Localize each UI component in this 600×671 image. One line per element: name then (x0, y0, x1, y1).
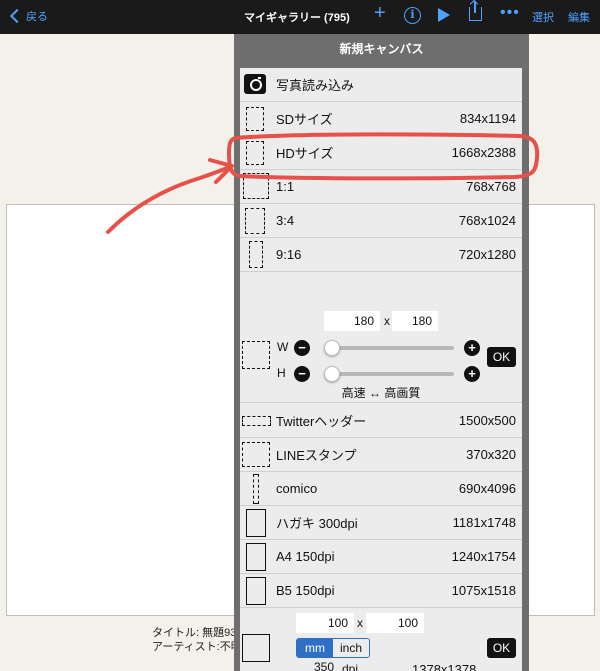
preset-size: 1075x1518 (451, 583, 516, 598)
strip-canvas-icon (253, 474, 259, 504)
preset-size: 768x768 (466, 179, 516, 194)
custom-canvas-icon (242, 341, 270, 369)
print-ok-button[interactable]: OK (487, 638, 516, 658)
print-size-panel: 100 x 100 mm inch 350 dpi 1378x1378 OK (240, 610, 522, 671)
height-slider[interactable] (324, 366, 454, 382)
custom-height-input[interactable]: 180 (392, 311, 438, 331)
preset-label: B5 150dpi (276, 583, 335, 598)
preset-label: 9:16 (276, 247, 302, 262)
preset-row-line[interactable]: LINEスタンプ 370x320 (240, 438, 522, 472)
preset-label: Twitterヘッダー (276, 414, 367, 429)
preset-row-comico[interactable]: comico 690x4096 (240, 472, 522, 506)
top-navigation-bar: 戻る マイギャラリー (795) + i ••• 選択 編集 (0, 0, 600, 34)
preset-label: LINEスタンプ (276, 448, 357, 463)
chevron-left-icon (9, 8, 25, 24)
preset-label: 3:4 (276, 213, 295, 228)
unit-mm-option[interactable]: mm (297, 639, 333, 657)
preset-label: 1:1 (276, 179, 295, 194)
play-icon[interactable] (438, 8, 450, 22)
arrow-head (208, 158, 234, 184)
height-plus-button[interactable]: + (464, 366, 480, 382)
custom-width-input[interactable]: 180 (324, 311, 380, 331)
custom-size-panel: 180 x 180 W − + H − + OK 高速 ↔ 高画質 (240, 309, 522, 403)
preset-row-3-4[interactable]: 3:4 768x1024 (240, 204, 522, 238)
portrait-canvas-icon (246, 107, 264, 131)
width-slider-thumb[interactable] (324, 340, 340, 356)
canvas-size-list: 写真読み込み SDサイズ 834x1194 HDサイズ 1668x2388 1:… (240, 68, 522, 671)
gallery-title: マイギャラリー (795) (244, 12, 350, 24)
paper-canvas-icon (246, 509, 266, 537)
popover-title: 新規キャンバス (339, 42, 424, 56)
print-size-separator: x (357, 616, 363, 630)
dpi-input[interactable]: 350 (296, 661, 340, 671)
select-button[interactable]: 選択 (532, 9, 554, 25)
preset-label: comico (276, 481, 318, 496)
preset-row-b5[interactable]: B5 150dpi 1075x1518 (240, 574, 522, 608)
width-plus-button[interactable]: + (464, 340, 480, 356)
photo-import-row[interactable]: 写真読み込み (240, 68, 522, 102)
preset-row-hd[interactable]: HDサイズ 1668x2388 (240, 136, 522, 170)
portrait-canvas-icon (246, 141, 264, 165)
preset-size: 690x4096 (458, 481, 516, 496)
preset-size: 370x320 (466, 447, 516, 462)
share-icon[interactable] (469, 1, 482, 21)
print-result-size: 1378x1378 (412, 662, 477, 671)
preset-row-twitter[interactable]: Twitterヘッダー 1500x500 (240, 404, 522, 438)
preset-row-square[interactable]: 1:1 768x768 (240, 170, 522, 204)
portrait-canvas-icon (245, 208, 265, 234)
info-icon[interactable]: i (404, 7, 421, 24)
print-height-input[interactable]: 100 (366, 613, 424, 633)
preset-row-postcard[interactable]: ハガキ 300dpi 1181x1748 (240, 506, 522, 540)
preset-size: 834x1194 (459, 111, 516, 126)
back-label: 戻る (26, 11, 48, 23)
more-icon[interactable]: ••• (500, 3, 520, 23)
preset-label: ハガキ 300dpi (276, 516, 358, 531)
preset-size: 720x1280 (458, 247, 516, 262)
dpi-label: dpi (342, 662, 359, 671)
unit-segmented-control[interactable]: mm inch (296, 638, 370, 658)
stamp-canvas-icon (242, 442, 270, 467)
tall-canvas-icon (249, 241, 263, 268)
width-label: W (277, 340, 289, 354)
quality-label: 高速 ↔ 高画質 (341, 386, 421, 400)
preset-row-a4[interactable]: A4 150dpi 1240x1754 (240, 540, 522, 574)
width-minus-button[interactable]: − (294, 340, 310, 356)
back-button[interactable]: 戻る (8, 8, 48, 24)
preset-size: 1181x1748 (452, 515, 516, 530)
edit-button[interactable]: 編集 (568, 9, 590, 25)
square-canvas-icon (243, 173, 269, 199)
height-label: H (277, 366, 286, 380)
preset-size: 768x1024 (458, 213, 516, 228)
paper-canvas-icon (246, 543, 266, 571)
new-canvas-popover: 新規キャンバス 写真読み込み SDサイズ 834x1194 HDサイズ 1668… (234, 34, 529, 671)
artwork-artist: アーティスト:不明 (152, 641, 242, 653)
add-icon[interactable]: + (374, 3, 386, 23)
preset-row-sd[interactable]: SDサイズ 834x1194 (240, 102, 522, 136)
wide-canvas-icon (242, 416, 271, 426)
size-separator: x (384, 314, 390, 328)
camera-icon (244, 74, 266, 94)
paper-canvas-icon (246, 577, 266, 605)
preset-size: 1500x500 (458, 413, 516, 428)
preset-size: 1668x2388 (451, 145, 516, 160)
preset-label: SDサイズ (276, 112, 333, 127)
preset-size: 1240x1754 (451, 549, 516, 564)
unit-inch-option[interactable]: inch (333, 639, 369, 657)
preset-label: HDサイズ (276, 146, 334, 161)
print-canvas-icon (242, 634, 270, 662)
height-minus-button[interactable]: − (294, 366, 310, 382)
custom-ok-button[interactable]: OK (487, 347, 516, 367)
height-slider-thumb[interactable] (324, 366, 340, 382)
preset-row-9-16[interactable]: 9:16 720x1280 (240, 238, 522, 272)
preset-label: A4 150dpi (276, 549, 335, 564)
photo-import-label: 写真読み込み (276, 78, 355, 93)
width-slider[interactable] (324, 340, 454, 356)
print-width-input[interactable]: 100 (296, 613, 354, 633)
